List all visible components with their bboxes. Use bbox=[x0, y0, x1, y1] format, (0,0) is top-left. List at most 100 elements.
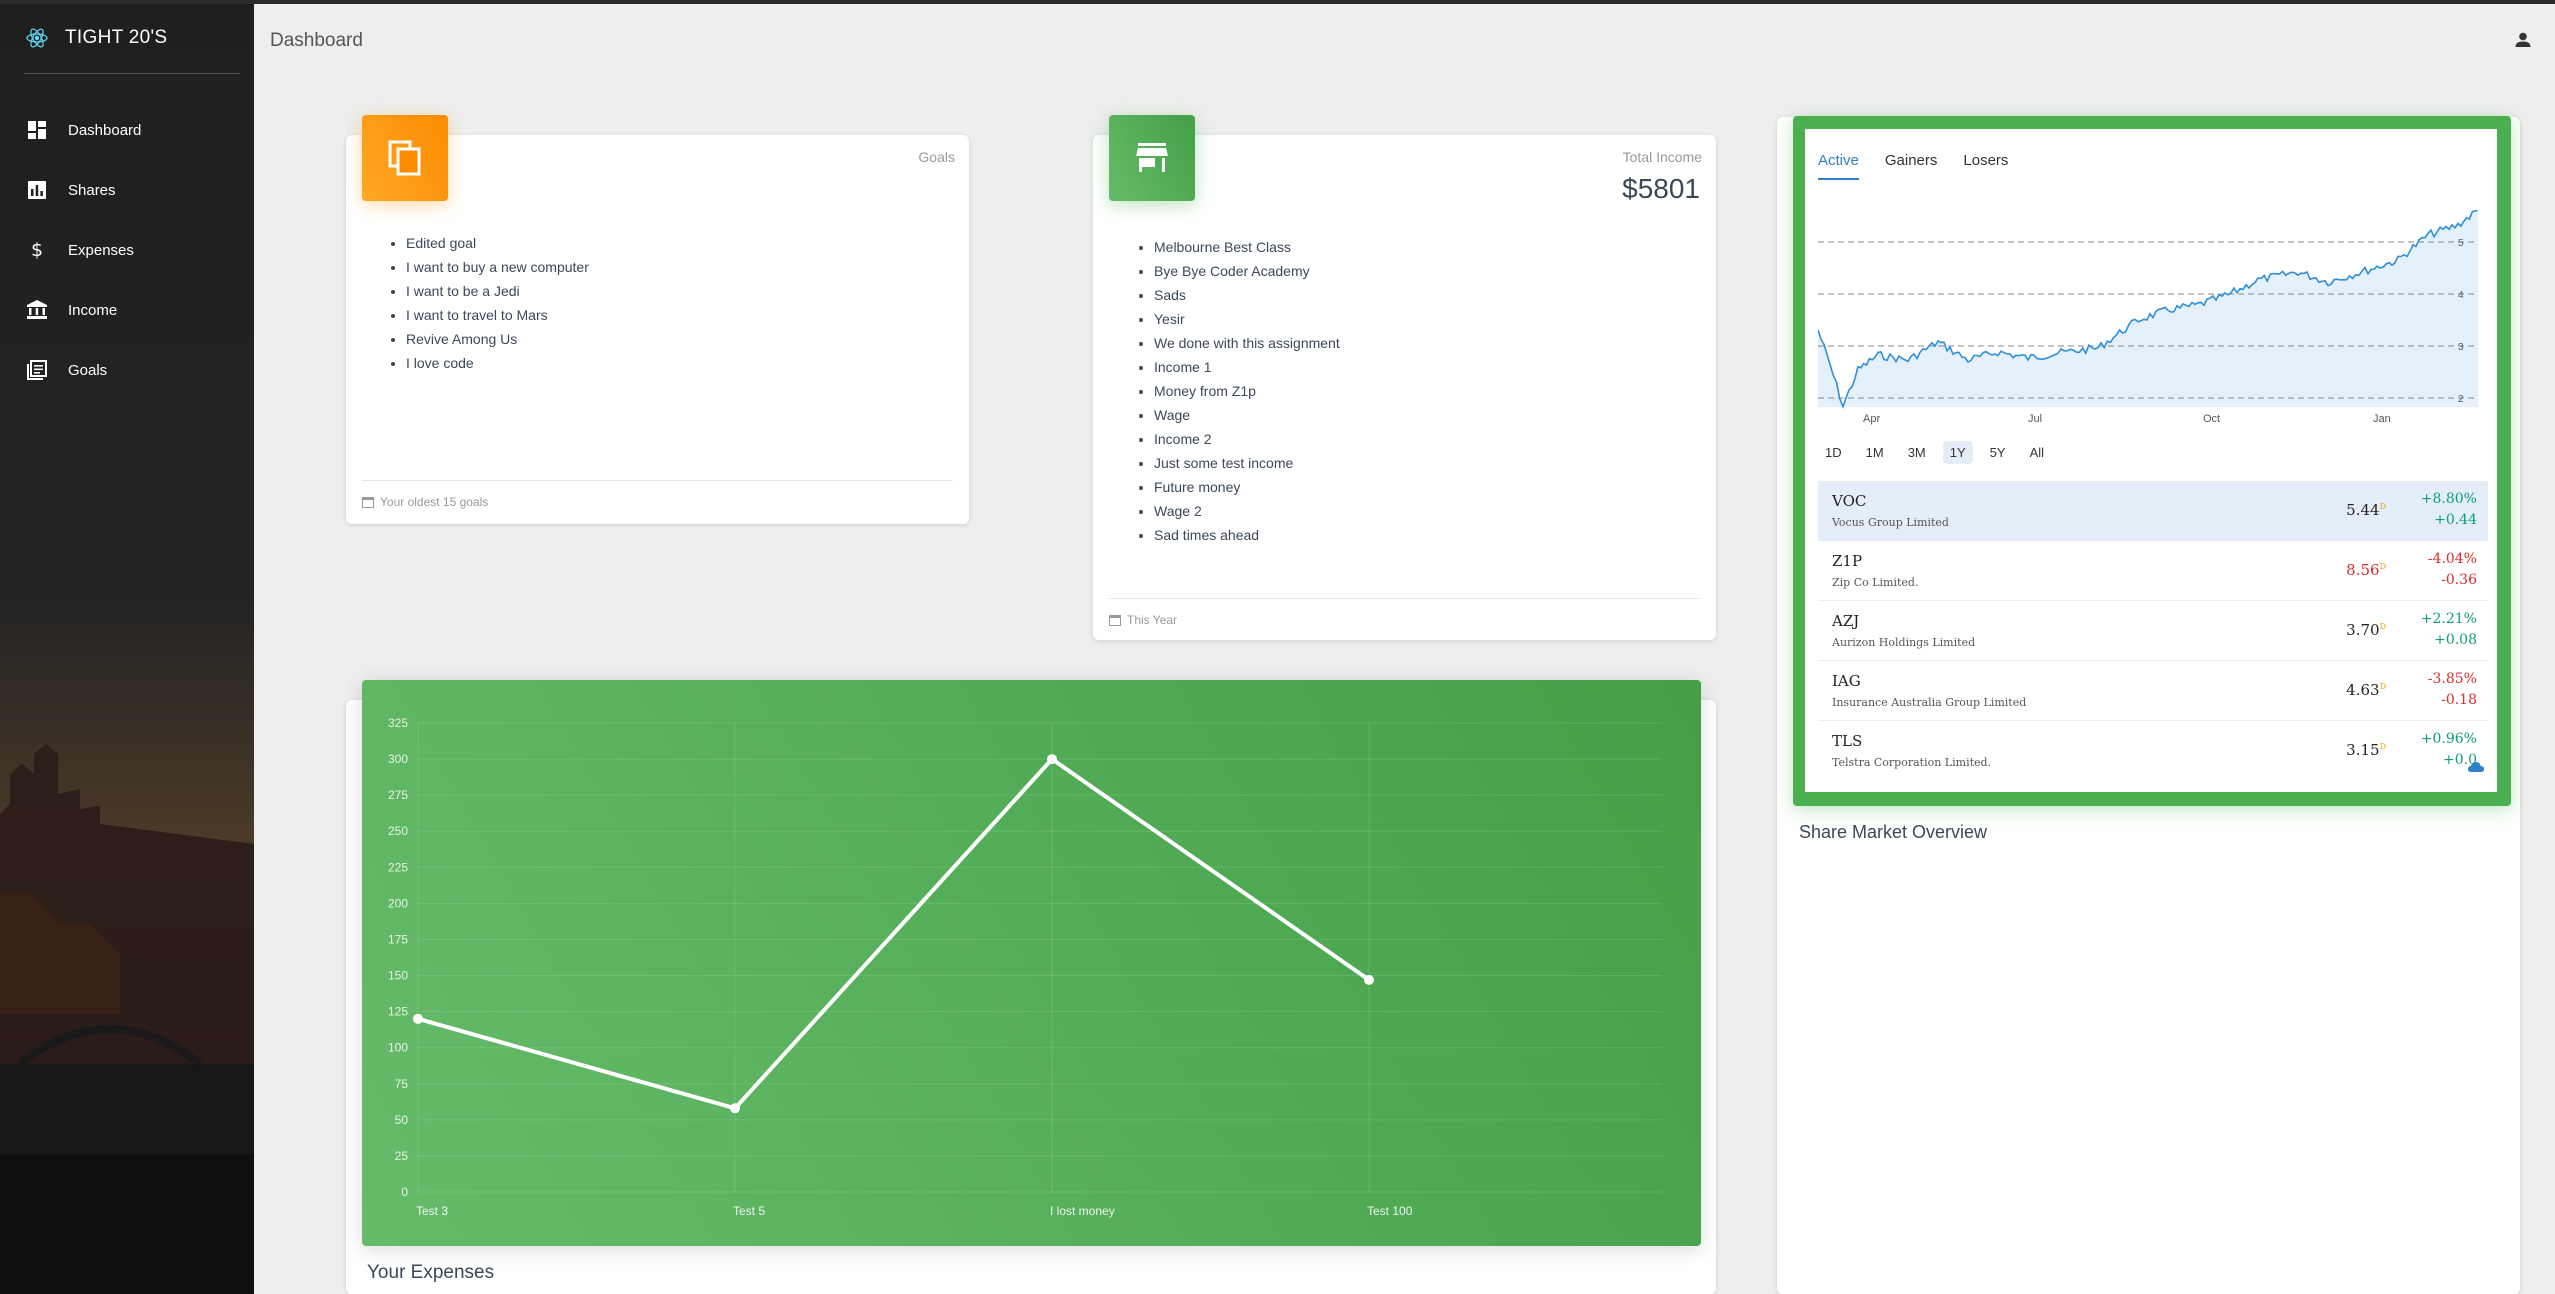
stock-row-voc[interactable]: VOC Vocus Group Limited 5.44D +8.80% +0.… bbox=[1818, 481, 2488, 541]
sidebar: TIGHT 20'S Dashboard Shares $ Expenses I… bbox=[0, 0, 254, 1294]
card-footer: This Year bbox=[1109, 598, 1700, 627]
bar-chart-icon bbox=[26, 179, 48, 201]
range-3m-button[interactable]: 3M bbox=[1901, 441, 1933, 464]
list-item: Revive Among Us bbox=[406, 327, 589, 351]
tab-losers[interactable]: Losers bbox=[1963, 152, 2008, 180]
stock-row-z1p[interactable]: Z1P Zip Co Limited. 8.56D -4.04% -0.36 bbox=[1818, 541, 2488, 601]
list-item: Yesir bbox=[1154, 307, 1340, 331]
dashboard-icon bbox=[26, 119, 48, 141]
x-tick-label: Oct bbox=[2203, 413, 2220, 425]
card-footer: Your oldest 15 goals bbox=[362, 480, 953, 509]
list-item: Sads bbox=[1154, 283, 1340, 307]
library-books-icon bbox=[26, 359, 48, 381]
sidebar-item-dashboard[interactable]: Dashboard bbox=[0, 100, 254, 160]
x-tick-label: Test 5 bbox=[733, 1204, 765, 1218]
stock-row-azj[interactable]: AZJ Aurizon Holdings Limited 3.70D +2.21… bbox=[1818, 601, 2488, 661]
share-market-title: Share Market Overview bbox=[1799, 822, 1988, 842]
y-tick-label: 300 bbox=[388, 752, 408, 766]
y-tick-label: 75 bbox=[395, 1077, 409, 1091]
stock-percent-change: +2.21% bbox=[2420, 611, 2477, 627]
y-tick-label: 25 bbox=[395, 1149, 409, 1163]
data-point[interactable] bbox=[413, 1013, 423, 1024]
price-area bbox=[1818, 210, 2478, 407]
stock-change: +0.08 bbox=[2434, 632, 2477, 648]
data-point[interactable] bbox=[730, 1103, 740, 1114]
calendar-icon bbox=[1109, 615, 1121, 626]
y-tick-label: 50 bbox=[395, 1113, 409, 1127]
sidebar-item-shares[interactable]: Shares bbox=[0, 160, 254, 220]
tab-gainers[interactable]: Gainers bbox=[1885, 152, 1938, 180]
sidebar-divider bbox=[24, 73, 240, 74]
stock-price: 3.70D bbox=[2346, 621, 2386, 639]
y-tick-label: 0 bbox=[401, 1185, 408, 1199]
expenses-chart-panel: 0 25 50 75 100 125 150 175 200 225 250 275 300 325 Tes… bbox=[362, 680, 1701, 1246]
page-title: Dashboard bbox=[270, 30, 363, 51]
stock-name: Insurance Australia Group Limited bbox=[1832, 696, 2027, 709]
list-item: We done with this assignment bbox=[1154, 331, 1340, 355]
topbar: Dashboard bbox=[254, 0, 2555, 80]
sidebar-item-label: Expenses bbox=[68, 241, 134, 259]
tab-active[interactable]: Active bbox=[1818, 152, 1859, 180]
sidebar-item-label: Shares bbox=[68, 181, 116, 199]
card-category: Goals bbox=[918, 149, 955, 165]
y-tick-label: 150 bbox=[388, 969, 408, 983]
stock-change: -0.18 bbox=[2441, 692, 2477, 708]
city-background-image bbox=[0, 594, 254, 1294]
y-tick-label: 100 bbox=[388, 1041, 408, 1055]
list-item: I love code bbox=[406, 351, 589, 375]
sidebar-item-goals[interactable]: Goals bbox=[0, 340, 254, 400]
expenses-series-line bbox=[417, 757, 1371, 1111]
income-card-icon bbox=[1109, 115, 1195, 201]
range-5y-button[interactable]: 5Y bbox=[1983, 441, 2013, 464]
x-tick-label: Jul bbox=[2028, 413, 2042, 425]
x-tick-label: Test 100 bbox=[1367, 1204, 1413, 1218]
stock-name: Telstra Corporation Limited. bbox=[1832, 756, 1992, 769]
stock-change: -0.36 bbox=[2441, 572, 2477, 588]
footer-text: Your oldest 15 goals bbox=[380, 495, 489, 509]
brand[interactable]: TIGHT 20'S bbox=[25, 20, 167, 56]
x-tick-label: Apr bbox=[1863, 413, 1880, 425]
total-income-value: $5801 bbox=[1622, 173, 1700, 204]
sidebar-item-income[interactable]: Income bbox=[0, 280, 254, 340]
list-item: Wage bbox=[1154, 403, 1340, 427]
market-tabs: Active Gainers Losers bbox=[1818, 152, 2008, 180]
stock-row-tls[interactable]: TLS Telstra Corporation Limited. 3.15D +… bbox=[1818, 721, 2488, 781]
list-item: Money from Z1p bbox=[1154, 379, 1340, 403]
data-point[interactable] bbox=[1047, 754, 1057, 765]
stock-price: 5.44D bbox=[2346, 501, 2386, 519]
list-item: I want to travel to Mars bbox=[406, 303, 589, 327]
sidebar-item-label: Dashboard bbox=[68, 121, 142, 139]
data-point[interactable] bbox=[1364, 974, 1374, 985]
price-marker: D bbox=[2379, 622, 2386, 631]
income-card: Total Income $5801 Melbourne Best Class … bbox=[1093, 135, 1716, 640]
price-marker: D bbox=[2379, 682, 2386, 691]
income-list: Melbourne Best Class Bye Bye Coder Acade… bbox=[1154, 235, 1340, 547]
sidebar-nav: Dashboard Shares $ Expenses Income Goals bbox=[0, 100, 254, 400]
list-item: Income 1 bbox=[1154, 355, 1340, 379]
y-tick-label: 175 bbox=[388, 932, 408, 946]
range-1m-button[interactable]: 1M bbox=[1859, 441, 1891, 464]
range-1d-button[interactable]: 1D bbox=[1818, 441, 1849, 464]
goals-card-icon bbox=[362, 115, 448, 201]
price-marker: D bbox=[2379, 562, 2386, 571]
x-tick-label: Test 3 bbox=[416, 1204, 448, 1218]
x-tick-label: Jan bbox=[2373, 413, 2391, 425]
cloud-icon[interactable] bbox=[2468, 761, 2484, 773]
y-tick-label: 250 bbox=[388, 824, 408, 838]
content-copy-icon bbox=[388, 140, 421, 176]
bank-icon bbox=[26, 299, 48, 321]
stock-change: +0.44 bbox=[2434, 512, 2477, 528]
person-icon[interactable] bbox=[2513, 30, 2533, 50]
list-item: I want to buy a new computer bbox=[406, 255, 589, 279]
stock-name: Vocus Group Limited bbox=[1832, 516, 1949, 529]
card-category: Total Income bbox=[1622, 149, 1702, 165]
brand-name: TIGHT 20'S bbox=[65, 27, 168, 48]
sidebar-item-expenses[interactable]: $ Expenses bbox=[0, 220, 254, 280]
stock-row-iag[interactable]: IAG Insurance Australia Group Limited 4.… bbox=[1818, 661, 2488, 721]
range-all-button[interactable]: All bbox=[2023, 441, 2051, 464]
stock-percent-change: -4.04% bbox=[2427, 551, 2477, 567]
stock-percent-change: +0.96% bbox=[2420, 731, 2477, 747]
y-tick-label: 200 bbox=[388, 896, 408, 910]
stock-name: Aurizon Holdings Limited bbox=[1832, 636, 1976, 649]
range-1y-button[interactable]: 1Y bbox=[1942, 441, 1973, 464]
